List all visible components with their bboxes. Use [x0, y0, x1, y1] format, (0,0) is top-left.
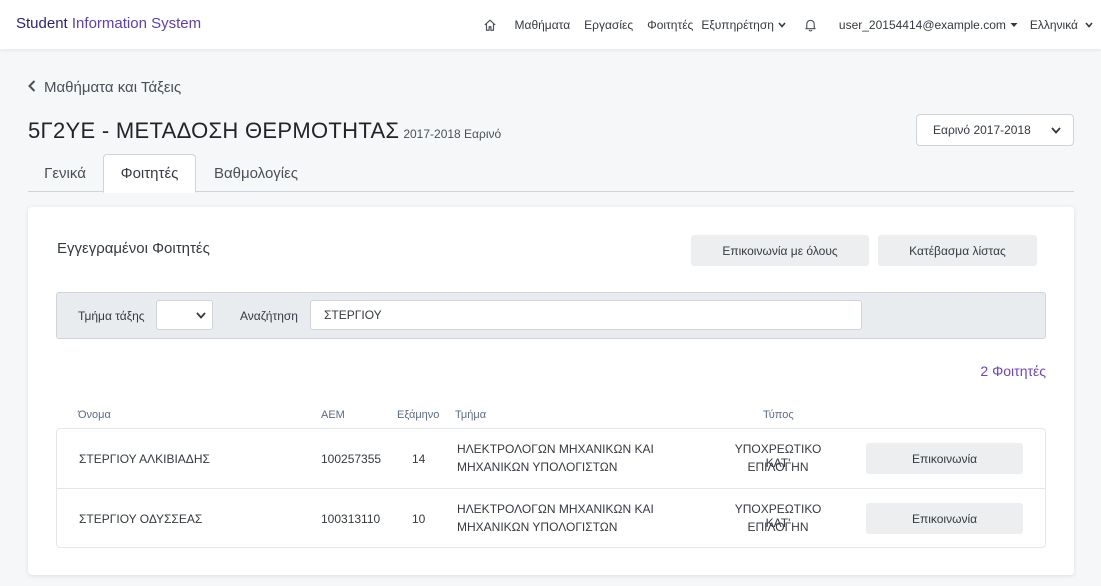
download-list-button[interactable]: Κατέβασμα λίστας	[878, 235, 1037, 266]
caret-down-icon	[1010, 22, 1018, 28]
student-type-line2: ΕΠΙΛΟΓΗΝ	[747, 520, 809, 534]
header-type: Τύπος	[763, 409, 794, 421]
student-aem: 100257355	[321, 452, 382, 466]
chevron-left-icon	[28, 79, 44, 96]
contact-all-button[interactable]: Επικοινωνία με όλους	[691, 235, 869, 266]
search-input[interactable]: ΣΤΕΡΓΙΟΥ	[310, 300, 862, 330]
filter-bar: Τμήμα τάξης Αναζήτηση ΣΤΕΡΓΙΟΥ	[56, 292, 1046, 339]
section-select[interactable]	[156, 300, 213, 330]
nav-students[interactable]: Φοιτητές	[647, 18, 693, 32]
bell-icon[interactable]	[804, 18, 817, 32]
student-department-line1: ΗΛΕΚΤΡΟΛΟΓΩΝ ΜΗΧΑΝΙΚΩΝ ΚΑΙ	[457, 442, 654, 456]
semester-select[interactable]: Εαρινό 2017-2018	[916, 114, 1074, 146]
students-table: ΣΤΕΡΓΙΟΥ ΑΛΚΙΒΙΑΔΗΣ 100257355 14 ΗΛΕΚΤΡΟ…	[56, 428, 1046, 548]
nav-services-label: Εξυπηρέτηση	[701, 17, 774, 32]
page-title: 5Γ2ΥΕ - ΜΕΤΑΔΟΣΗ ΘΕΡΜΟΤΗΤΑΣ 2017-2018 Εαρ…	[28, 118, 501, 144]
course-title: 5Γ2ΥΕ - ΜΕΤΑΔΟΣΗ ΘΕΡΜΟΤΗΤΑΣ	[28, 118, 400, 143]
contact-button[interactable]: Επικοινωνία	[866, 443, 1023, 474]
student-semester: 10	[412, 512, 426, 526]
brand-part1: Student	[16, 15, 68, 32]
chevron-down-icon	[196, 306, 206, 324]
student-aem: 100313110	[321, 512, 381, 526]
chevron-down-icon	[778, 21, 786, 28]
header-name: Όνομα	[78, 409, 111, 421]
tab-bar: Γενικά Φοιτητές Βαθμολογίες	[28, 154, 1074, 193]
user-menu[interactable]: user_20154414@example.com	[839, 18, 1018, 32]
chevron-down-icon	[1085, 21, 1093, 28]
header-department: Τμήμα	[455, 409, 487, 421]
nav-courses[interactable]: Μαθήματα	[515, 18, 571, 32]
brand-part2: Information System	[67, 15, 202, 32]
section-label: Τμήμα τάξης	[78, 309, 145, 323]
main-nav: Μαθήματα Εργασίες Φοιτητές Εξυπηρέτηση u…	[469, 0, 1093, 49]
semester-select-value: Εαρινό 2017-2018	[933, 123, 1031, 137]
student-department-line2: ΜΗΧΑΝΙΚΩΝ ΥΠΟΛΟΓΙΣΤΩΝ	[457, 520, 618, 534]
chevron-down-icon	[1051, 123, 1061, 137]
student-department-line1: ΗΛΕΚΤΡΟΛΟΓΩΝ ΜΗΧΑΝΙΚΩΝ ΚΑΙ	[457, 502, 654, 516]
header-semester: Εξάμηνο	[397, 409, 440, 421]
nav-services-dropdown[interactable]: Εξυπηρέτηση	[701, 18, 786, 32]
language-menu[interactable]: Ελληνικά	[1030, 18, 1093, 32]
table-row: ΣΤΕΡΓΙΟΥ ΟΔΥΣΣΕΑΣ 100313110 10 ΗΛΕΚΤΡΟΛΟ…	[57, 488, 1045, 547]
course-subtitle: 2017-2018 Εαρινό	[403, 127, 502, 141]
students-card: Εγγεγραμένοι Φοιτητές Επικοινωνία με όλο…	[28, 207, 1074, 575]
nav-assignments[interactable]: Εργασίες	[584, 18, 633, 32]
student-name: ΣΤΕΡΓΙΟΥ ΟΔΥΣΣΕΑΣ	[79, 512, 203, 526]
language-label: Ελληνικά	[1029, 17, 1078, 32]
student-semester: 14	[412, 452, 426, 466]
tab-grades[interactable]: Βαθμολογίες	[196, 154, 316, 192]
home-icon[interactable]	[483, 18, 497, 32]
header-aem: ΑΕΜ	[321, 409, 345, 421]
card-title: Εγγεγραμένοι Φοιτητές	[57, 240, 210, 257]
contact-button[interactable]: Επικοινωνία	[866, 503, 1023, 534]
tab-general[interactable]: Γενικά	[28, 154, 102, 192]
back-link[interactable]: Μαθήματα και Τάξεις	[28, 79, 181, 96]
student-count: 2 Φοιτητές	[980, 363, 1046, 379]
brand-logo[interactable]: Student Information System	[16, 15, 201, 32]
top-navbar: Student Information System Μαθήματα Εργα…	[0, 0, 1101, 49]
user-email: user_20154414@example.com	[838, 17, 1006, 32]
search-label: Αναζήτηση	[240, 309, 298, 323]
table-row: ΣΤΕΡΓΙΟΥ ΑΛΚΙΒΙΑΔΗΣ 100257355 14 ΗΛΕΚΤΡΟ…	[57, 429, 1045, 488]
back-link-label: Μαθήματα και Τάξεις	[44, 79, 182, 96]
student-type-line2: ΕΠΙΛΟΓΗΝ	[747, 460, 809, 474]
student-name: ΣΤΕΡΓΙΟΥ ΑΛΚΙΒΙΑΔΗΣ	[79, 452, 210, 466]
student-department-line2: ΜΗΧΑΝΙΚΩΝ ΥΠΟΛΟΓΙΣΤΩΝ	[457, 460, 618, 474]
tab-students[interactable]: Φοιτητές	[103, 154, 196, 193]
